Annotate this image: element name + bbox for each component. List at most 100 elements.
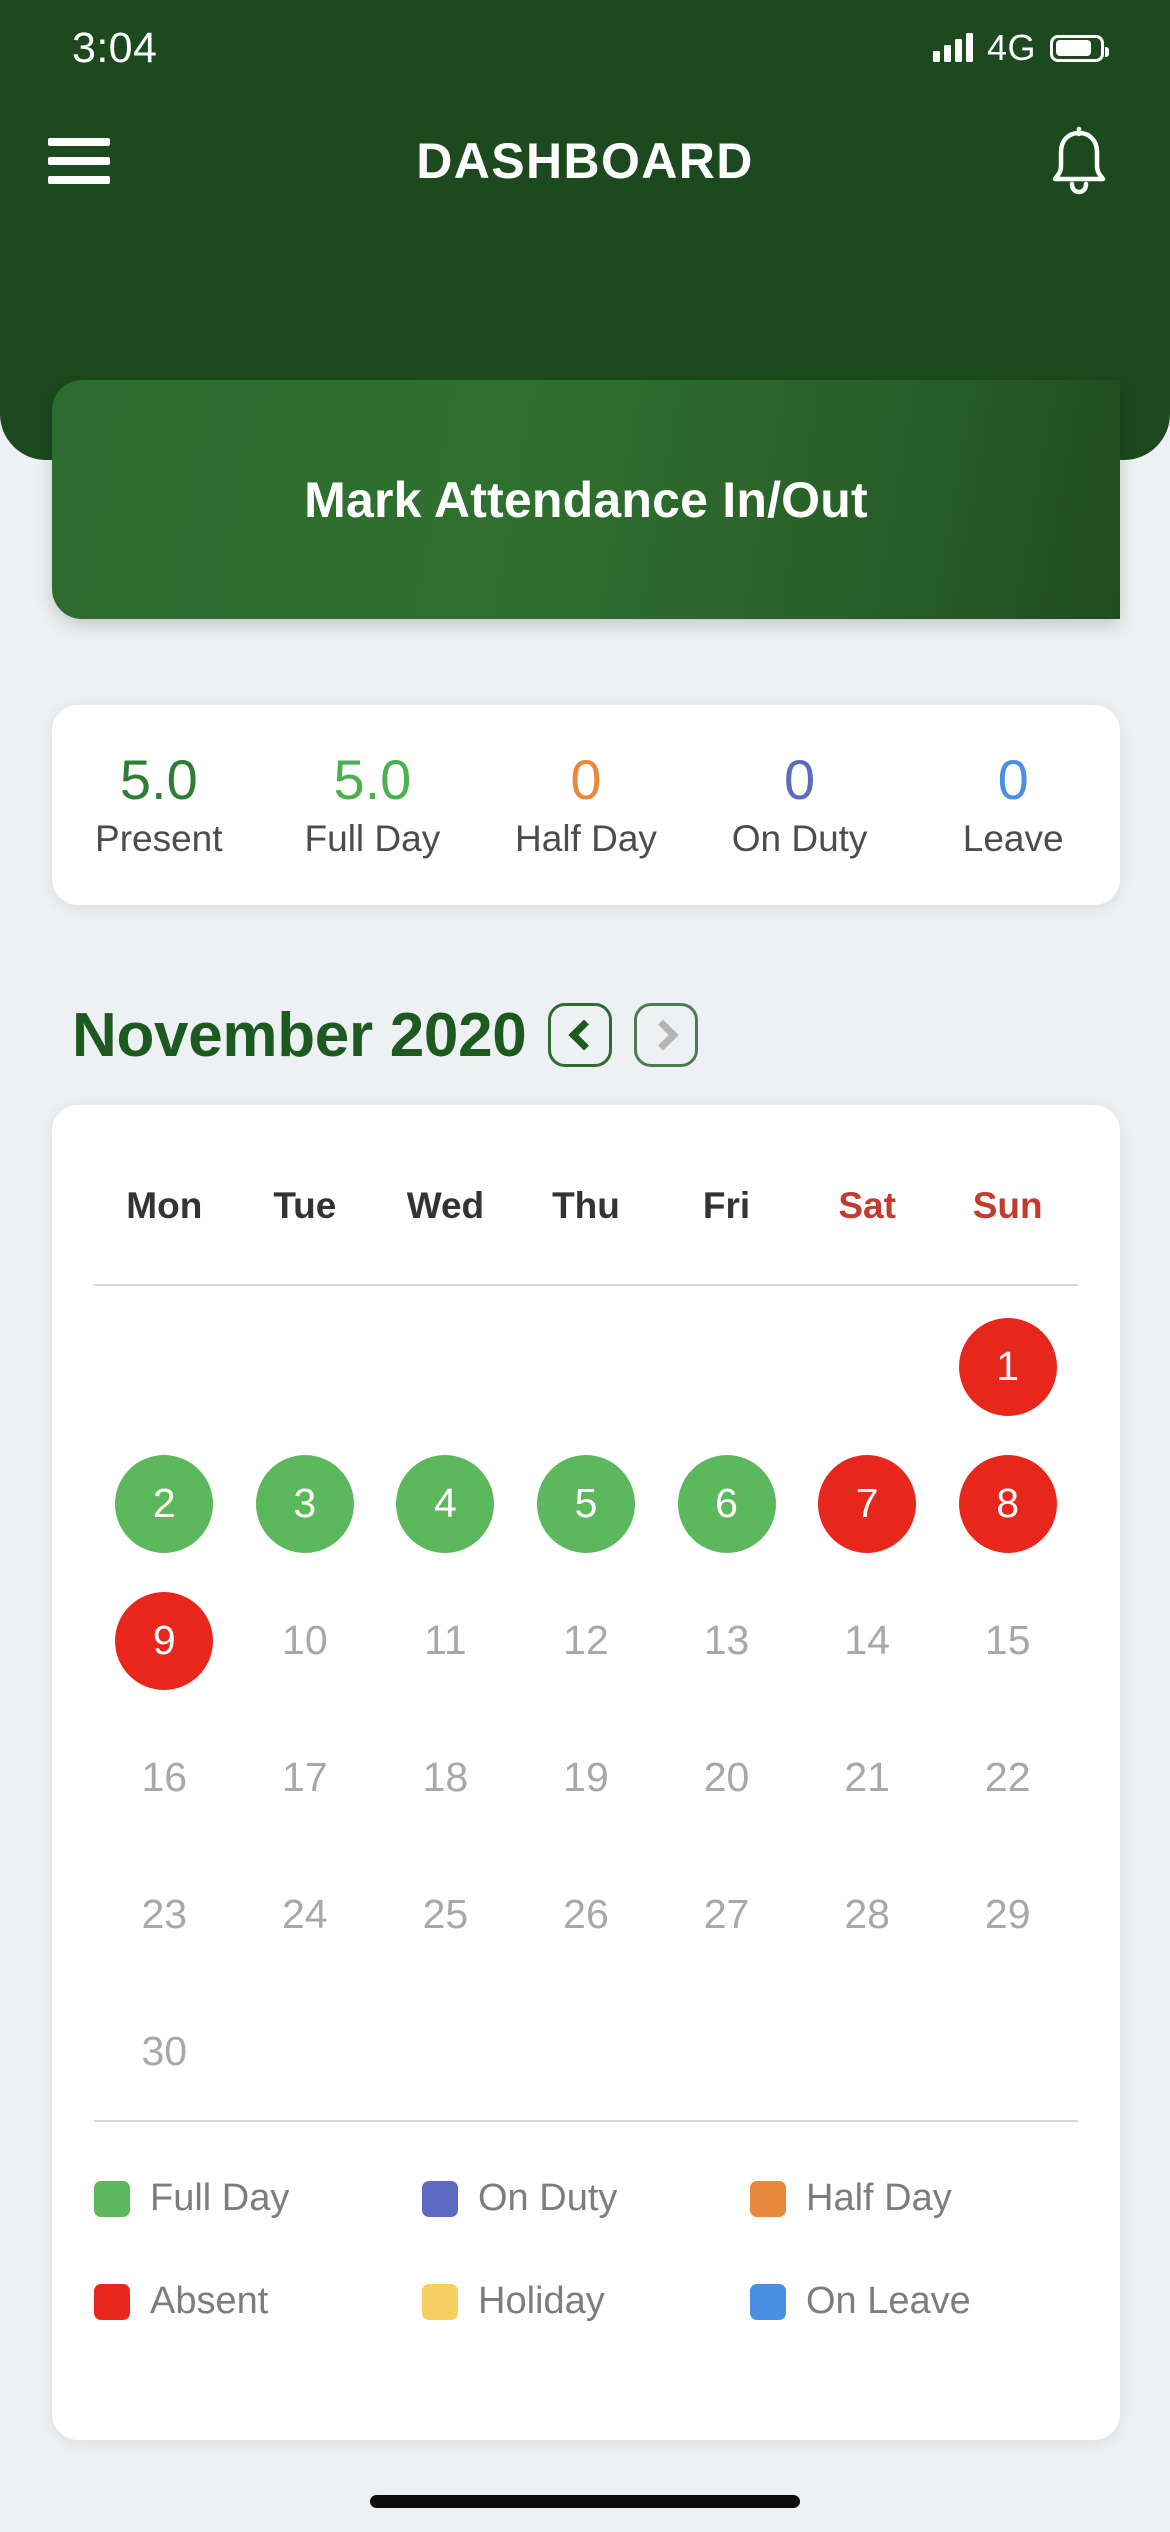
calendar-day-27[interactable]: 27 bbox=[678, 1866, 776, 1964]
calendar-day-cell: 29 bbox=[937, 1846, 1078, 1983]
calendar-day-4[interactable]: 4 bbox=[396, 1454, 495, 1553]
calendar-day-empty bbox=[516, 1298, 657, 1435]
status-bar: 3:04 4G bbox=[0, 0, 1170, 96]
stat-full-day-value: 5.0 bbox=[333, 747, 412, 811]
calendar-day-22[interactable]: 22 bbox=[959, 1729, 1057, 1827]
weekday-fri: Fri bbox=[702, 1185, 751, 1226]
calendar-day-empty bbox=[656, 1298, 797, 1435]
attendance-summary-card: 5.0 Present 5.0 Full Day 0 Half Day 0 On… bbox=[52, 705, 1120, 905]
calendar-card: Mon Tue Wed Thu Fri Sat Sun 1 2 3 4 5 6 7 8 9 10 1… bbox=[52, 1105, 1120, 2440]
calendar-weekday-header: Mon Tue Wed Thu Fri Sat Sun bbox=[94, 1105, 1078, 1227]
calendar-day-5[interactable]: 5 bbox=[536, 1454, 635, 1553]
stat-present[interactable]: 5.0 Present bbox=[52, 747, 266, 860]
stat-full-day-label: Full Day bbox=[304, 818, 441, 860]
calendar-day-cell: 15 bbox=[937, 1572, 1078, 1709]
calendar-day-13[interactable]: 13 bbox=[678, 1592, 776, 1690]
legend-item-holiday: Holiday bbox=[422, 2280, 750, 2323]
stat-on-duty[interactable]: 0 On Duty bbox=[693, 747, 907, 860]
legend-swatch-icon bbox=[750, 2180, 786, 2217]
weekday-wed: Wed bbox=[406, 1185, 485, 1226]
legend-swatch-icon bbox=[94, 2180, 130, 2217]
calendar-day-23[interactable]: 23 bbox=[115, 1866, 213, 1964]
stat-half-day[interactable]: 0 Half Day bbox=[479, 749, 693, 860]
calendar-day-empty bbox=[375, 1298, 516, 1435]
calendar-day-16[interactable]: 16 bbox=[115, 1729, 213, 1827]
legend-label: On Duty bbox=[478, 2177, 618, 2219]
calendar-day-cell: 23 bbox=[94, 1846, 235, 1983]
calendar-day-7[interactable]: 7 bbox=[818, 1454, 917, 1553]
calendar-day-19[interactable]: 19 bbox=[537, 1729, 635, 1827]
calendar-day-25[interactable]: 25 bbox=[396, 1866, 494, 1964]
calendar-day-3[interactable]: 3 bbox=[255, 1454, 354, 1553]
calendar-day-cell: 13 bbox=[656, 1572, 797, 1709]
calendar-day-cell: 3 bbox=[235, 1435, 376, 1572]
calendar-day-1[interactable]: 1 bbox=[958, 1317, 1057, 1416]
mark-attendance-label: Mark Attendance In/Out bbox=[304, 471, 868, 528]
calendar-day-empty bbox=[235, 1298, 376, 1435]
calendar-day-cell: 25 bbox=[375, 1846, 516, 1983]
previous-month-button[interactable] bbox=[548, 1003, 613, 1067]
navigation-bar: DASHBOARD bbox=[0, 96, 1170, 226]
legend-item-absent: Absent bbox=[94, 2280, 422, 2323]
calendar-day-15[interactable]: 15 bbox=[959, 1592, 1057, 1690]
calendar-day-cell: 6 bbox=[656, 1435, 797, 1572]
calendar-day-cell: 17 bbox=[235, 1709, 376, 1846]
calendar-day-2[interactable]: 2 bbox=[115, 1454, 214, 1553]
calendar-day-12[interactable]: 12 bbox=[537, 1592, 635, 1690]
calendar-day-14[interactable]: 14 bbox=[818, 1592, 916, 1690]
calendar-day-cell: 14 bbox=[797, 1572, 938, 1709]
stat-half-day-label: Half Day bbox=[515, 818, 657, 860]
legend-swatch-icon bbox=[94, 2283, 130, 2320]
calendar-day-8[interactable]: 8 bbox=[958, 1454, 1057, 1553]
calendar-day-21[interactable]: 21 bbox=[818, 1729, 916, 1827]
calendar-day-11[interactable]: 11 bbox=[396, 1592, 494, 1690]
stat-on-duty-label: On Duty bbox=[731, 818, 868, 860]
legend-item-full-day: Full Day bbox=[94, 2177, 422, 2220]
legend-item-half-day: Half Day bbox=[750, 2177, 1078, 2220]
calendar-day-cell: 30 bbox=[94, 1983, 235, 2120]
calendar-day-24[interactable]: 24 bbox=[256, 1866, 354, 1964]
calendar-day-cell: 1 bbox=[937, 1298, 1078, 1435]
calendar-day-cell: 16 bbox=[94, 1709, 235, 1846]
network-type-label: 4G bbox=[986, 27, 1036, 68]
month-year-title: November 2020 bbox=[72, 1000, 527, 1070]
stat-leave-label: Leave bbox=[962, 818, 1064, 860]
calendar-day-cell: 27 bbox=[656, 1846, 797, 1983]
calendar-day-10[interactable]: 10 bbox=[256, 1592, 354, 1690]
stat-full-day[interactable]: 5.0 Full Day bbox=[266, 747, 480, 860]
calendar-day-cell: 2 bbox=[94, 1435, 235, 1572]
calendar-day-26[interactable]: 26 bbox=[537, 1866, 635, 1964]
status-bar-time: 3:04 bbox=[72, 23, 158, 72]
calendar-day-29[interactable]: 29 bbox=[959, 1866, 1057, 1964]
stat-present-value: 5.0 bbox=[119, 747, 198, 811]
next-month-button[interactable] bbox=[634, 1003, 699, 1067]
calendar-day-18[interactable]: 18 bbox=[396, 1729, 494, 1827]
calendar-day-30[interactable]: 30 bbox=[115, 2003, 213, 2101]
calendar-day-cell: 7 bbox=[797, 1435, 938, 1572]
legend-label: Full Day bbox=[150, 2177, 290, 2219]
calendar-day-6[interactable]: 6 bbox=[677, 1454, 776, 1553]
month-navigation: November 2020 bbox=[72, 990, 1102, 1080]
mark-attendance-button[interactable]: Mark Attendance In/Out bbox=[52, 380, 1120, 619]
bell-icon[interactable] bbox=[1046, 126, 1112, 196]
legend-swatch-icon bbox=[422, 2283, 458, 2320]
calendar-day-20[interactable]: 20 bbox=[678, 1729, 776, 1827]
chevron-left-icon bbox=[568, 1019, 600, 1051]
legend-label: On Leave bbox=[806, 2280, 971, 2322]
stat-present-label: Present bbox=[95, 818, 223, 860]
calendar-day-28[interactable]: 28 bbox=[818, 1866, 916, 1964]
calendar-legend: Full Day On Duty Half Day Absent Holiday On L… bbox=[94, 2122, 1078, 2323]
calendar-day-17[interactable]: 17 bbox=[256, 1729, 354, 1827]
weekday-sat: Sat bbox=[838, 1185, 896, 1226]
calendar-day-cell: 9 bbox=[94, 1572, 235, 1709]
calendar-day-9[interactable]: 9 bbox=[115, 1591, 214, 1690]
calendar-day-cell: 22 bbox=[937, 1709, 1078, 1846]
calendar-day-cell: 10 bbox=[235, 1572, 376, 1709]
calendar-day-cell: 12 bbox=[516, 1572, 657, 1709]
weekday-mon: Mon bbox=[126, 1185, 203, 1226]
legend-item-on-leave: On Leave bbox=[750, 2280, 1078, 2323]
stat-on-duty-value: 0 bbox=[784, 747, 816, 811]
calendar-day-cell: 26 bbox=[516, 1846, 657, 1983]
stat-leave[interactable]: 0 Leave bbox=[906, 749, 1120, 860]
weekday-tue: Tue bbox=[273, 1185, 337, 1226]
